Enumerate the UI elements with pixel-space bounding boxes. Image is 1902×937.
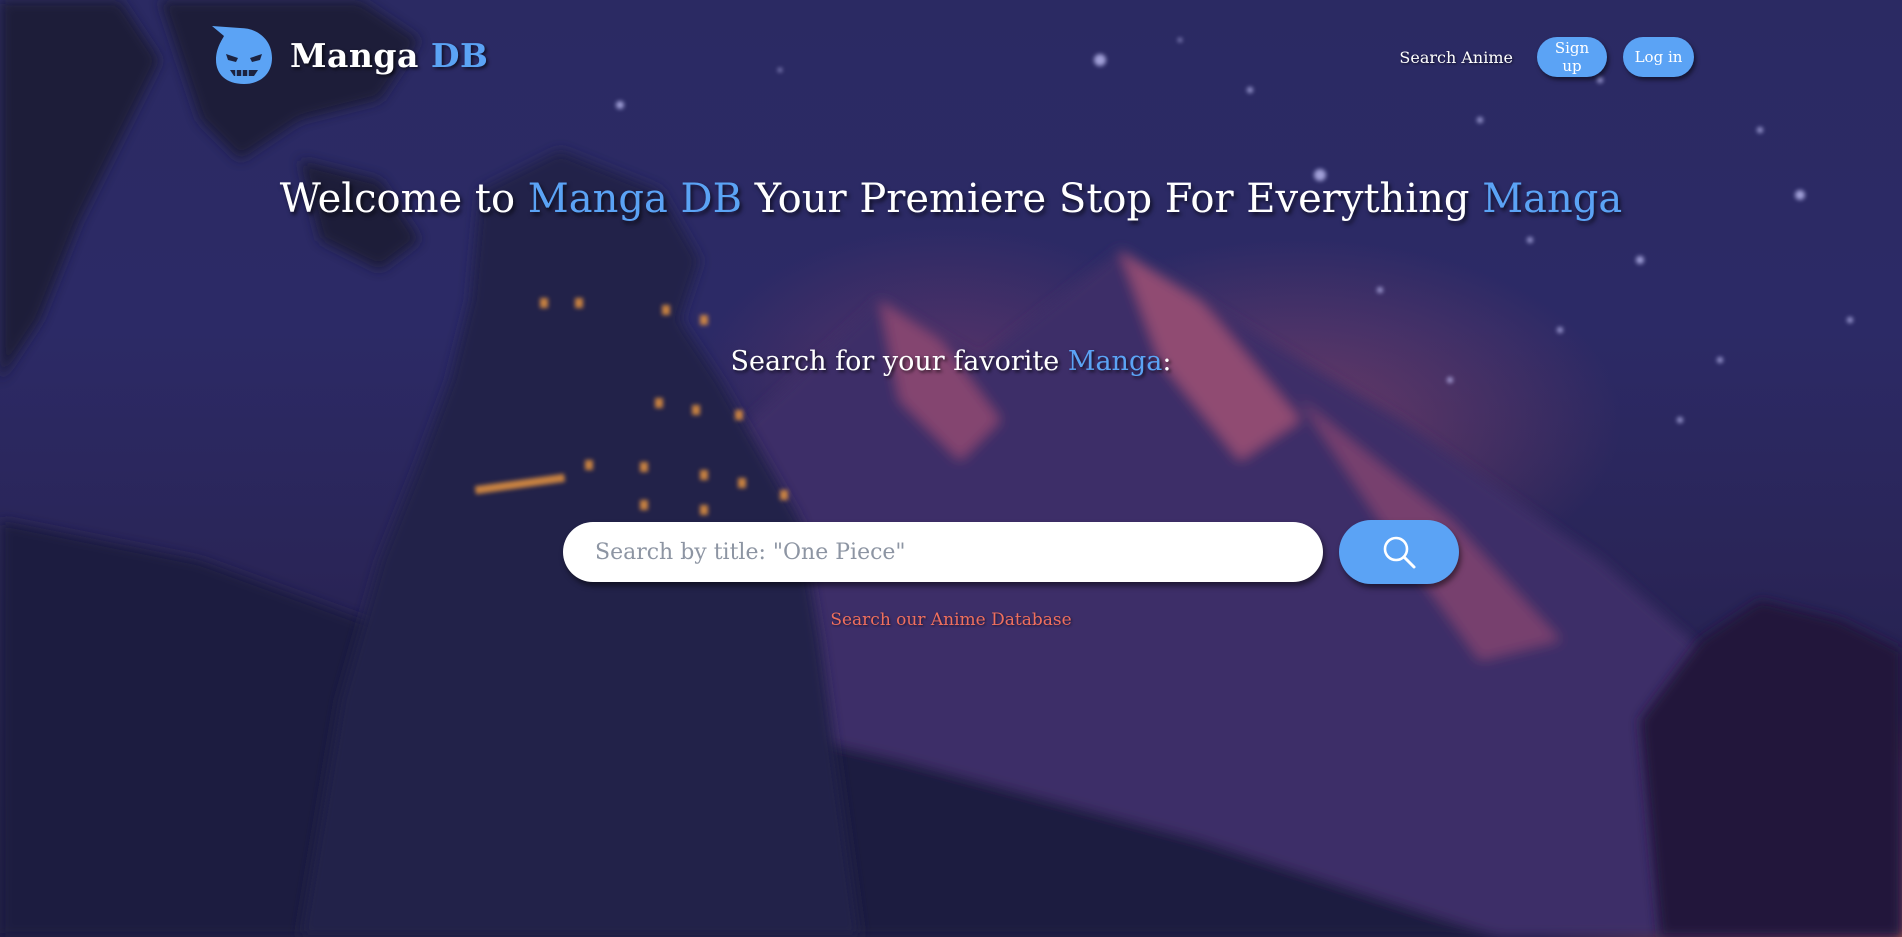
search-heading-accent: Manga [1067, 346, 1163, 377]
welcome-brand: Manga DB [527, 176, 742, 222]
search-anime-link[interactable]: Search Anime [1399, 48, 1513, 67]
signup-button[interactable]: Sign up [1537, 37, 1607, 77]
login-button[interactable]: Log in [1623, 37, 1694, 77]
anime-database-link-row: Search our Anime Database [0, 610, 1902, 630]
manga-search-input[interactable] [563, 522, 1323, 582]
background-scene [0, 0, 1902, 937]
search-heading-prefix: Search for your favorite [730, 346, 1060, 377]
search-form [563, 520, 1459, 584]
site-name-part2: DB [430, 35, 489, 75]
anime-database-link[interactable]: Search our Anime Database [830, 610, 1071, 630]
search-button[interactable] [1339, 520, 1459, 584]
welcome-prefix: Welcome to [279, 176, 516, 222]
background-illustration [0, 0, 1902, 937]
masked-face-logo-icon [212, 26, 272, 84]
site-header: Manga DB Search Anime Sign up Log in [0, 0, 1902, 110]
search-heading-suffix: : [1162, 346, 1172, 377]
home-logo-link[interactable]: Manga DB [210, 24, 488, 86]
site-name: Manga DB [290, 36, 488, 75]
search-icon [1383, 536, 1416, 569]
welcome-heading: Welcome to Manga DB Your Premiere Stop F… [0, 176, 1902, 222]
site-name-part1: Manga [290, 35, 419, 75]
welcome-middle: Your Premiere Stop For Everything [754, 176, 1470, 222]
welcome-suffix: Manga [1482, 176, 1623, 222]
search-heading: Search for your favorite Manga: [0, 346, 1902, 377]
top-nav: Search Anime Sign up Log in [1399, 37, 1694, 77]
